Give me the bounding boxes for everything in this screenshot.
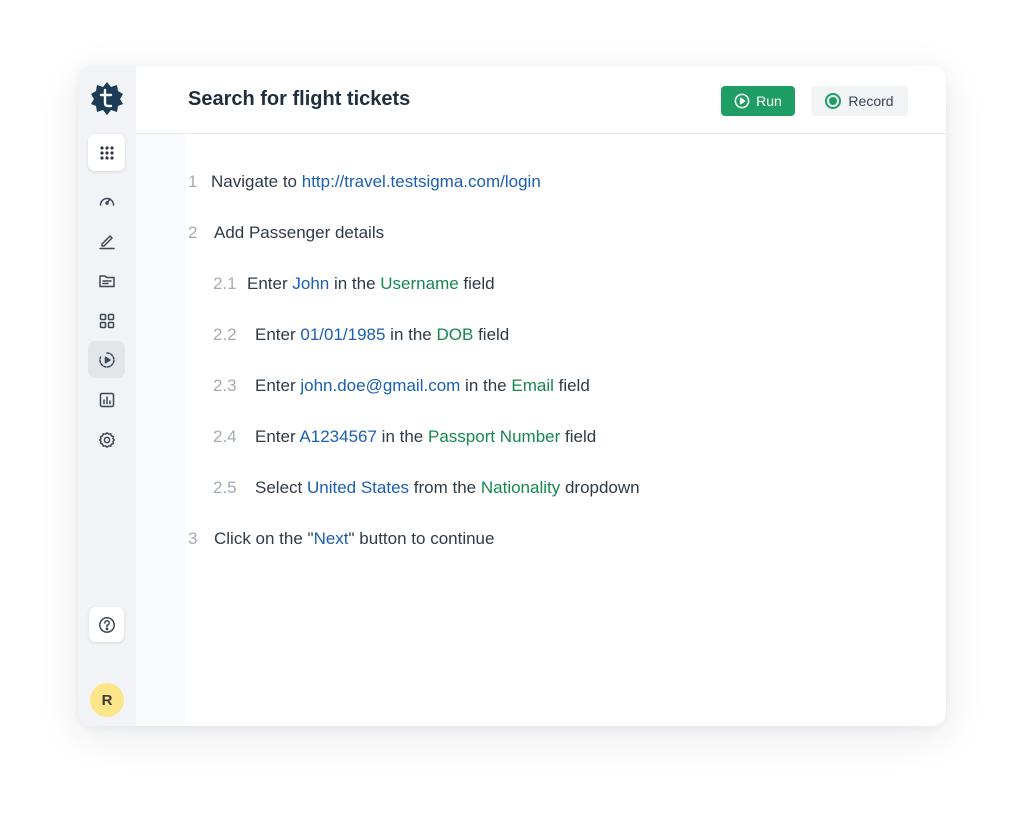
folder-icon xyxy=(98,274,115,287)
step-text: in the xyxy=(460,376,512,395)
step-text: field xyxy=(473,325,510,344)
test-step[interactable]: 2.4 Enter A1234567 in the Passport Number… xyxy=(213,427,596,447)
step-value: A1234567 xyxy=(299,427,377,446)
step-number: 2 xyxy=(188,223,198,242)
main-panel: Search for flight tickets Run Record 1 Na… xyxy=(136,66,946,726)
step-value: 01/01/1985 xyxy=(300,325,386,344)
test-step[interactable]: 2.2 Enter 01/01/1985 in the DOB field xyxy=(213,325,509,345)
step-text: Enter xyxy=(255,376,301,395)
step-text: field xyxy=(553,376,590,395)
play-circle-icon xyxy=(734,93,750,109)
step-text: field xyxy=(458,274,495,293)
step-text: Enter xyxy=(255,325,301,344)
page-header: Search for flight tickets Run Record xyxy=(136,66,946,134)
step-text: in the xyxy=(385,325,437,344)
dashboard-gauge-icon xyxy=(99,197,114,206)
test-step-group[interactable]: 2 Add Passenger details xyxy=(188,223,384,243)
step-value: United States xyxy=(306,478,410,497)
step-text: in the xyxy=(329,274,381,293)
test-data-button[interactable] xyxy=(88,262,125,299)
test-step[interactable]: 2.1 Enter John in the Username field xyxy=(213,274,495,294)
step-field: Username xyxy=(380,274,459,293)
test-step[interactable]: 3 Click on the "Next" button to continue xyxy=(188,529,494,549)
page-title: Search for flight tickets xyxy=(188,88,411,110)
run-button-label: Run xyxy=(756,93,782,109)
help-icon xyxy=(98,616,115,633)
modules-grid-icon xyxy=(99,313,114,328)
step-number: 2.2 xyxy=(213,325,237,344)
reports-chart-icon xyxy=(99,392,114,407)
record-button-label: Record xyxy=(848,93,894,109)
step-number: 2.4 xyxy=(213,427,237,446)
step-gutter xyxy=(136,134,186,726)
step-number: 1 xyxy=(188,172,198,191)
step-field: Passport Number xyxy=(428,427,561,446)
step-field: Nationality xyxy=(480,478,561,497)
apps-grid-icon xyxy=(99,145,114,160)
step-text: in the xyxy=(376,427,428,446)
step-field: Email xyxy=(511,376,554,395)
run-button[interactable]: Run xyxy=(721,86,795,116)
step-value: john.doe@gmail.com xyxy=(300,376,461,395)
test-step[interactable]: 2.3 Enter john.doe@gmail.com in the Email… xyxy=(213,376,590,396)
step-number: 2.3 xyxy=(213,376,237,395)
record-dot-icon xyxy=(825,93,842,109)
step-number: 2.5 xyxy=(213,478,237,497)
test-cases-button[interactable] xyxy=(88,222,125,259)
step-url: http://travel.testsigma.com/login xyxy=(301,172,541,191)
step-text: field xyxy=(560,427,597,446)
step-text: " button to continue xyxy=(348,529,495,548)
run-results-button[interactable] xyxy=(88,341,125,378)
step-number: 3 xyxy=(188,529,198,548)
step-value: Next xyxy=(313,529,349,548)
help-button[interactable] xyxy=(89,607,124,642)
testsigma-logo-icon[interactable] xyxy=(90,81,124,115)
step-text: Navigate to xyxy=(211,172,302,191)
step-text: Click on the " xyxy=(214,529,314,548)
settings-button[interactable] xyxy=(88,421,125,458)
test-step[interactable]: 1 Navigate to http://travel.testsigma.com… xyxy=(188,172,541,192)
step-text: Add Passenger details xyxy=(214,223,385,242)
settings-gear-icon xyxy=(98,431,115,448)
test-step[interactable]: 2.5 Select United States from the Nationa… xyxy=(213,478,640,498)
user-avatar[interactable]: R xyxy=(90,683,124,717)
step-text: Select xyxy=(255,478,307,497)
reports-button[interactable] xyxy=(88,381,125,418)
step-text: Enter xyxy=(247,274,293,293)
step-text: Enter xyxy=(255,427,300,446)
record-button[interactable]: Record xyxy=(811,86,908,116)
modules-button[interactable] xyxy=(88,302,125,339)
step-text: from the xyxy=(409,478,481,497)
sidebar: R xyxy=(78,66,136,726)
apps-grid-button[interactable] xyxy=(88,134,125,171)
pencil-edit-icon xyxy=(98,234,115,249)
step-number: 2.1 xyxy=(213,274,237,293)
step-value: John xyxy=(292,274,330,293)
step-text: dropdown xyxy=(560,478,640,497)
app-window: R Search for flight tickets Run Record 1… xyxy=(78,66,946,726)
run-results-icon xyxy=(98,351,115,368)
step-field: DOB xyxy=(436,325,474,344)
dashboard-button[interactable] xyxy=(88,182,125,219)
